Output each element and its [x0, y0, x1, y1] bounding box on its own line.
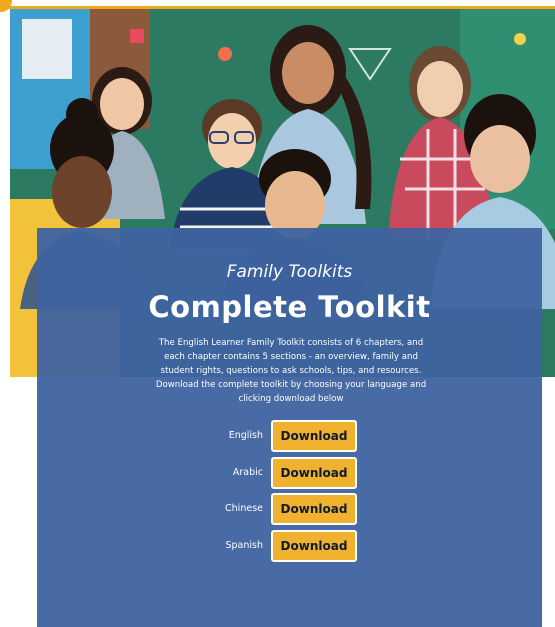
language-label: Chinese [225, 503, 263, 514]
page: Family Toolkits Complete Toolkit The Eng… [0, 0, 555, 627]
download-button-chinese[interactable]: Download [271, 493, 357, 525]
language-label: English [228, 430, 263, 441]
eyebrow-heading: Family Toolkits [226, 262, 353, 282]
download-row-spanish: Spanish Download [37, 530, 542, 564]
toolkit-panel: Family Toolkits Complete Toolkit The Eng… [37, 228, 542, 627]
language-label: Spanish [225, 540, 263, 551]
download-row-english: English Download [37, 420, 542, 454]
download-row-arabic: Arabic Download [37, 457, 542, 491]
toolkit-description: The English Learner Family Toolkit consi… [155, 338, 427, 404]
page-title: Complete Toolkit [148, 290, 431, 324]
language-label: Arabic [232, 467, 263, 478]
download-row-chinese: Chinese Download [37, 493, 542, 527]
download-button-english[interactable]: Download [271, 420, 357, 452]
download-button-spanish[interactable]: Download [271, 530, 357, 562]
download-button-arabic[interactable]: Download [271, 457, 357, 489]
